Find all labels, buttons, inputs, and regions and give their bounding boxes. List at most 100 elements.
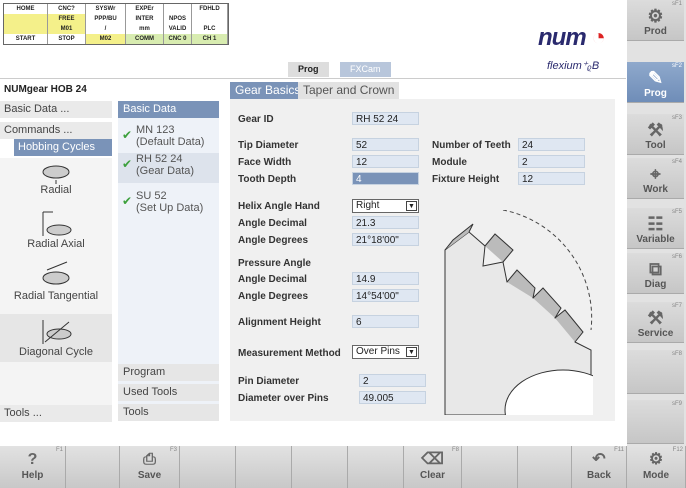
softkey-label: sF8 <box>671 351 682 357</box>
diag-icon: ⧉ <box>649 259 662 279</box>
number-of-teeth-label: Number of Teeth <box>432 140 511 151</box>
gear-id-field[interactable]: RH 52 24 <box>352 112 419 125</box>
helix-angle-hand-label: Helix Angle Hand <box>238 201 320 212</box>
f7-softkey[interactable] <box>348 446 404 488</box>
sf8-softkey[interactable]: sF8 <box>627 350 684 394</box>
breadcrumb-fxcam[interactable]: FXCam <box>340 62 391 77</box>
status-cell <box>4 14 48 24</box>
breadcrumb-prog[interactable]: Prog <box>288 62 329 77</box>
f4-softkey[interactable] <box>180 446 236 488</box>
alignment-height-label: Alignment Height <box>238 317 321 328</box>
tool-icon: ⚒ <box>647 120 664 140</box>
f10-softkey[interactable] <box>518 446 572 488</box>
f5-softkey[interactable] <box>236 446 292 488</box>
mode-softkey[interactable]: F12 ⚙ Mode <box>627 446 686 488</box>
cycle-radial-axial[interactable]: Radial Axial <box>0 208 112 250</box>
helix-hand-select[interactable]: Right ▼ <box>352 199 419 213</box>
angle-decimal-label: Angle Decimal <box>238 274 307 285</box>
back-softkey[interactable]: F11 ↶ Back <box>572 446 627 488</box>
clear-icon: ⌫ <box>421 451 444 468</box>
gear-illustration <box>444 210 593 415</box>
fixture-height-field[interactable]: 12 <box>518 172 585 185</box>
radial-tangential-cycle-icon <box>42 261 70 285</box>
data-item-rh5224[interactable]: ✔ RH 52 24 (Gear Data) <box>118 153 219 183</box>
cycle-radial[interactable]: Radial <box>0 162 112 196</box>
softkey-label: sF6 <box>671 254 682 260</box>
commands-button[interactable]: Commands ... <box>0 122 112 139</box>
tab-gear-basics[interactable]: Gear Basics <box>230 82 306 99</box>
tools-button[interactable]: Tools ... <box>0 405 112 422</box>
gear-id-label: Gear ID <box>238 114 274 125</box>
status-cell: COMM <box>126 34 164 44</box>
service-softkey[interactable]: sF7 ⚒ Service <box>627 302 684 343</box>
pin-diameter-field[interactable]: 2 <box>359 374 426 387</box>
hobbing-cycles-button[interactable]: Hobbing Cycles <box>14 139 112 156</box>
diameter-over-pins-label: Diameter over Pins <box>238 393 329 404</box>
basic-data-header: Basic Data <box>118 101 219 118</box>
helix-hand-value: Right <box>356 200 380 211</box>
prog-softkey[interactable]: sF2 ✎ Prog <box>627 62 684 103</box>
status-cell: HOME <box>4 4 48 14</box>
data-item-su52[interactable]: ✔ SU 52 (Set Up Data) <box>118 190 219 214</box>
status-cell: SYSWr <box>86 4 126 14</box>
cycle-radial-tangential[interactable]: Radial Tangential <box>0 260 112 302</box>
status-cell: PPP/BU <box>86 14 126 24</box>
softkey-text: Tool <box>645 140 666 151</box>
work-softkey[interactable]: sF4 ⌖ Work <box>627 158 684 199</box>
tip-diameter-field[interactable]: 52 <box>352 138 419 151</box>
cycle-diagonal[interactable]: Diagonal Cycle <box>0 314 112 362</box>
used-tools-button[interactable]: Used Tools <box>118 384 219 401</box>
data-item-desc: (Gear Data) <box>136 165 195 177</box>
mid-tools-button[interactable]: Tools <box>118 404 219 421</box>
status-panel: HOME CNC? SYSWr EXPEr FDHLD FREE PPP/BU … <box>3 3 229 45</box>
service-icon: ⚒ <box>647 308 664 328</box>
measurement-method-select[interactable]: Over Pins ▼ <box>352 345 419 359</box>
f2-softkey[interactable] <box>66 446 120 488</box>
softkey-text: Prod <box>644 26 667 37</box>
module-field[interactable]: 2 <box>518 155 585 168</box>
diag-softkey[interactable]: sF6 ⧉ Diag <box>627 253 684 294</box>
softkey-label: sF5 <box>671 209 682 215</box>
divider <box>0 78 626 79</box>
radial-axial-cycle-icon <box>42 211 72 236</box>
softkey-text: Prog <box>644 88 667 99</box>
prod-softkey[interactable]: sF1 ⚙ Prod <box>627 0 684 41</box>
cycle-label: Radial Axial <box>27 238 85 250</box>
alignment-height-field[interactable]: 6 <box>352 315 419 328</box>
chevron-down-icon: ▼ <box>406 347 417 357</box>
clear-softkey[interactable]: F8 ⌫ Clear <box>404 446 462 488</box>
fkey-label: F3 <box>169 447 177 453</box>
sf9-softkey[interactable]: sF9 <box>627 400 684 444</box>
basic-data-button[interactable]: Basic Data ... <box>0 101 112 118</box>
diameter-over-pins-field[interactable]: 49.005 <box>359 391 426 404</box>
module-label: Module <box>432 157 467 168</box>
softkey-label: sF9 <box>671 401 682 407</box>
status-cell: FREE <box>48 14 86 24</box>
program-button[interactable]: Program <box>118 364 219 381</box>
tab-taper-crown[interactable]: Taper and Crown <box>298 82 400 99</box>
pressure-angle-degrees-field[interactable]: 14°54'00" <box>352 289 419 302</box>
status-cell <box>192 14 228 24</box>
workpiece-icon: ⌖ <box>650 164 661 184</box>
number-of-teeth-field[interactable]: 24 <box>518 138 585 151</box>
tooth-depth-field[interactable]: 4 <box>352 172 419 185</box>
status-cell: PLC <box>192 24 228 34</box>
data-item-mn123[interactable]: ✔ MN 123 (Default Data) <box>118 124 219 148</box>
helix-angle-degrees-field[interactable]: 21°18'00" <box>352 233 419 246</box>
save-softkey[interactable]: F3 ⎙ Save <box>120 446 180 488</box>
face-width-field[interactable]: 12 <box>352 155 419 168</box>
softkey-text: Work <box>643 184 668 195</box>
f9-softkey[interactable] <box>462 446 518 488</box>
softkey-label: sF3 <box>671 115 682 121</box>
data-item-name: RH 52 24 <box>136 153 183 165</box>
helix-angle-decimal-field[interactable]: 21.3 <box>352 216 419 229</box>
f6-softkey[interactable] <box>292 446 348 488</box>
status-cell: CNC 0 <box>164 34 192 44</box>
pencil-icon: ✎ <box>647 68 664 88</box>
help-softkey[interactable]: F1? Help <box>0 446 66 488</box>
tool-softkey[interactable]: sF3 ⚒ Tool <box>627 114 684 155</box>
variable-softkey[interactable]: sF5 ☷ Variable <box>627 208 684 249</box>
pressure-angle-decimal-field[interactable]: 14.9 <box>352 272 419 285</box>
face-width-label: Face Width <box>238 157 292 168</box>
softkey-text: Service <box>637 328 674 339</box>
